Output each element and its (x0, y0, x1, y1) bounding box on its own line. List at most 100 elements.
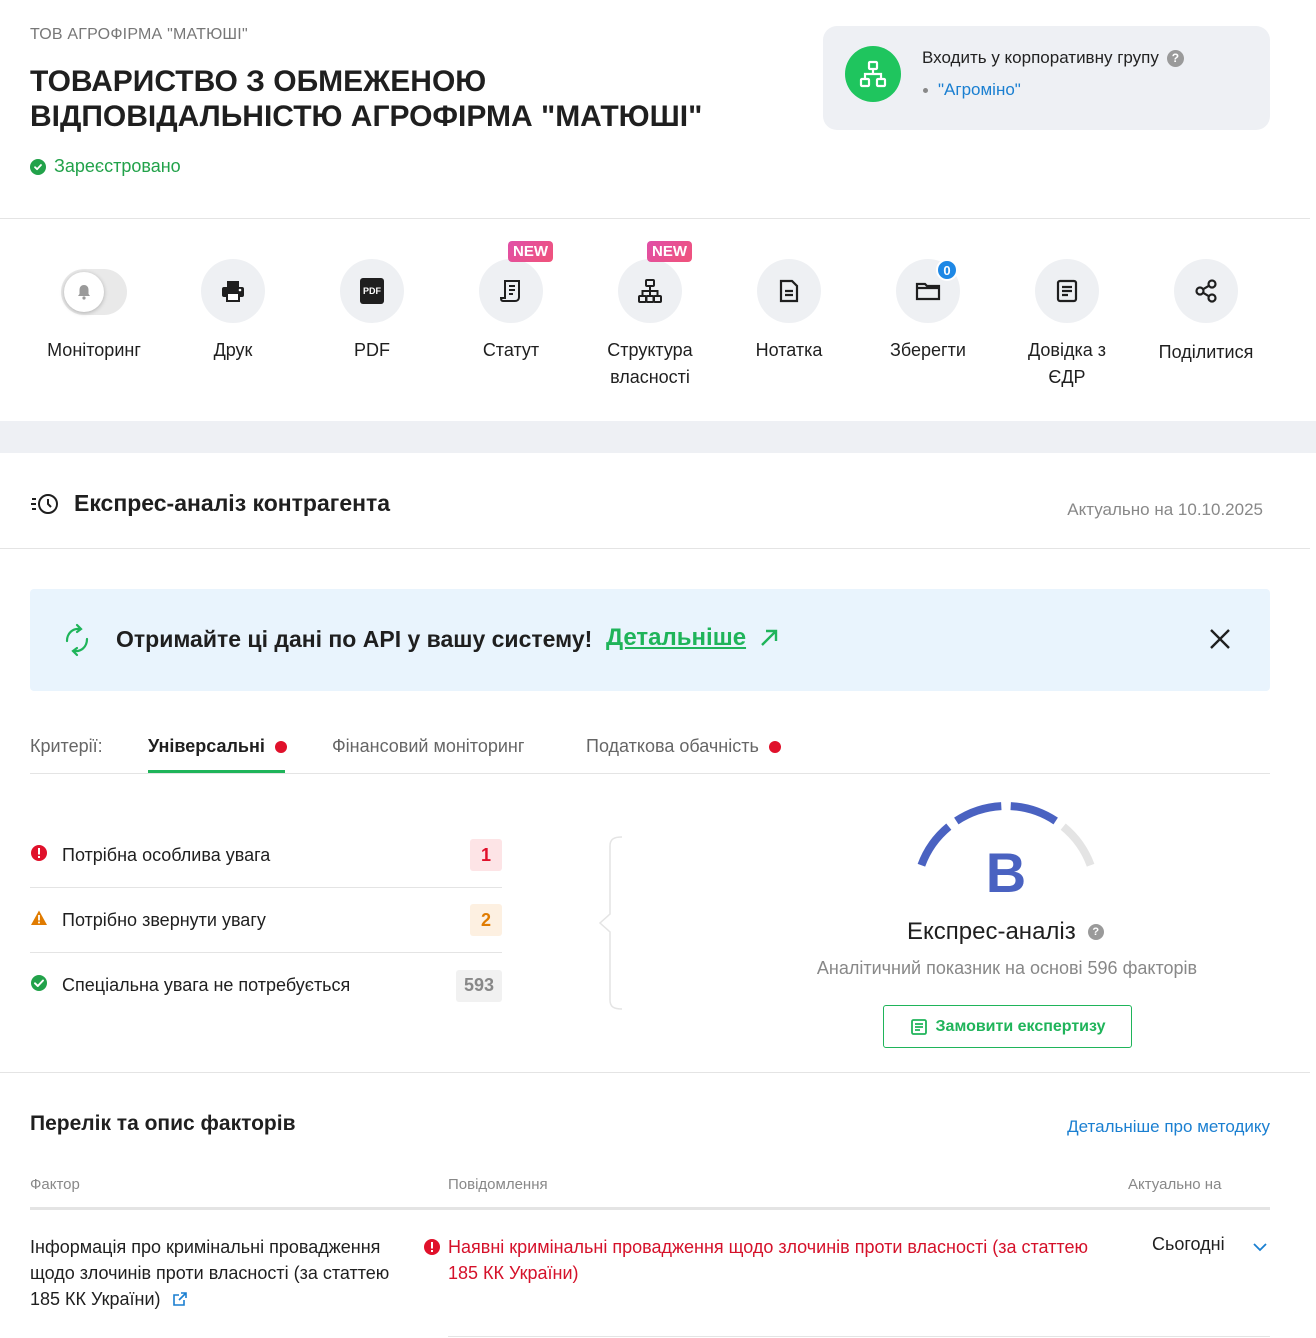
criteria-count: 2 (470, 904, 502, 936)
save-circle[interactable]: 0 (896, 259, 960, 323)
pdf-circle[interactable]: PDF (340, 259, 404, 323)
methodology-link[interactable]: Детальніше про методику (1067, 1117, 1270, 1137)
statute-button[interactable]: NEW Статут (441, 241, 581, 364)
pdf-icon: PDF (360, 278, 384, 304)
status-text: Зареєстровано (54, 156, 181, 176)
ownership-circle[interactable]: NEW (618, 241, 692, 323)
express-analysis-title: Експрес-аналіз контрагента (30, 490, 390, 517)
toolbar-label: Нотатка (755, 340, 823, 360)
toolbar-label: Статут (482, 340, 540, 360)
corporate-group-card: Входить у корпоративну групу ? "Агроміно… (823, 26, 1270, 130)
warning-triangle-icon (30, 909, 62, 932)
criteria-row-ok[interactable]: Спеціальна увага не потребується 593 (30, 953, 502, 1018)
table-row-date: Сьогодні (1152, 1234, 1225, 1254)
print-circle[interactable] (201, 259, 265, 323)
exclamation-circle-icon (424, 1239, 440, 1255)
document-scroll-icon (499, 280, 520, 302)
save-count-badge: 0 (936, 259, 958, 281)
printer-icon (222, 281, 244, 302)
note-button[interactable]: Нотатка (719, 259, 859, 364)
api-details-link[interactable]: Детальніше (606, 624, 780, 652)
api-details-link-text[interactable]: Детальніше (606, 624, 746, 652)
bell-icon (64, 272, 104, 312)
print-button[interactable]: Друк (163, 259, 303, 364)
arrow-up-right-icon (761, 629, 778, 646)
column-header-date: Актуально на (1128, 1176, 1222, 1193)
corporate-group-link[interactable]: "Агроміно" (938, 80, 1021, 100)
express-analysis-title-text: Експрес-аналіз контрагента (74, 490, 391, 516)
toolbar-label: Поділитися (1158, 342, 1254, 362)
hierarchy-icon (638, 279, 662, 303)
help-icon[interactable]: ? (1087, 924, 1104, 940)
order-expertise-label: Замовити експертизу (935, 1017, 1106, 1035)
external-link-icon[interactable] (172, 1291, 188, 1307)
edr-circle[interactable] (1035, 259, 1099, 323)
divider (0, 1072, 1310, 1073)
criteria-label: Спеціальна увага не потребується (62, 975, 351, 995)
score-title: Експрес-аналіз ? (907, 918, 1104, 946)
criteria-row-critical[interactable]: Потрібна особлива увага 1 (30, 823, 502, 888)
toolbar-label: PDF (354, 340, 390, 360)
section-separator (0, 421, 1316, 453)
gauge-segment (954, 802, 1002, 825)
corporate-group-link-item[interactable]: "Агроміно" (923, 80, 1021, 100)
share-icon (1195, 279, 1217, 303)
ownership-structure-button[interactable]: NEW Структура власності (580, 241, 720, 391)
note-circle[interactable] (757, 259, 821, 323)
criteria-row-warning[interactable]: Потрібно звернути увагу 2 (30, 888, 502, 953)
document-list-icon (910, 1018, 927, 1035)
status-badge: Зареєстровано (30, 156, 181, 177)
criteria-count: 1 (470, 839, 502, 871)
new-badge: NEW (508, 241, 553, 262)
table-row-divider (448, 1336, 1270, 1337)
pdf-button[interactable]: PDF PDF (302, 259, 442, 364)
gauge-segment (917, 823, 952, 867)
share-circle[interactable] (1174, 259, 1238, 323)
clock-history-icon (31, 493, 58, 514)
alert-dot (768, 740, 781, 753)
api-banner-text: Отримайте ці дані по API у вашу систему! (116, 626, 593, 652)
save-button[interactable]: 0 Зберегти (858, 259, 998, 364)
score-title-text: Експрес-аналіз (907, 918, 1076, 945)
chevron-down-icon[interactable] (1251, 1238, 1269, 1256)
folder-icon (915, 282, 941, 301)
help-icon[interactable]: ? (1166, 49, 1184, 67)
exclamation-circle-icon (30, 844, 62, 867)
tab-universal-label: Універсальні (148, 736, 265, 756)
statute-circle[interactable]: NEW (479, 241, 553, 323)
check-circle-icon (30, 974, 62, 997)
api-banner: Отримайте ці дані по API у вашу систему!… (30, 589, 1270, 691)
score-grade: B (986, 841, 1026, 904)
express-analysis-date: Актуально на 10.10.2025 (1067, 500, 1263, 519)
tab-universal[interactable]: Універсальні (148, 736, 287, 757)
corporate-group-title-text: Входить у корпоративну групу (922, 48, 1159, 67)
share-button[interactable]: Поділитися (1136, 259, 1276, 366)
alert-dot (274, 740, 287, 753)
gauge-segment (1010, 802, 1058, 825)
toolbar-label: Довідка з ЄДР (1027, 340, 1106, 387)
tab-tax-diligence[interactable]: Податкова обачність (586, 736, 781, 757)
factors-title: Перелік та опис факторів (30, 1112, 296, 1135)
tab-financial-monitoring[interactable]: Фінансовий моніторинг (332, 736, 524, 757)
company-full-name: ТОВАРИСТВО З ОБМЕЖЕНОЮ ВІДПОВІДАЛЬНІСТЮ … (30, 65, 703, 133)
check-circle-icon (30, 158, 46, 175)
score-subtitle: Аналітичний показник на основі 596 факто… (816, 958, 1198, 978)
toolbar-label: Моніторинг (47, 340, 141, 360)
corporate-group-title: Входить у корпоративну групу ? (922, 48, 1184, 68)
criteria-label: Потрібно звернути увагу (62, 909, 266, 930)
divider (0, 548, 1310, 549)
note-icon (779, 279, 799, 303)
company-short-name: ТОВ АГРОФІРМА "МАТЮШІ" (30, 26, 248, 43)
pdf-icon-text: PDF (363, 286, 381, 296)
close-icon[interactable] (1206, 625, 1234, 653)
toggle-switch[interactable] (61, 269, 127, 315)
edr-certificate-button[interactable]: Довідка з ЄДР (997, 259, 1137, 391)
hierarchy-icon (845, 46, 901, 102)
divider (0, 218, 1310, 219)
score-gauge: B (917, 802, 1095, 904)
monitoring-toggle[interactable]: Моніторинг (24, 259, 164, 364)
order-expertise-button[interactable]: Замовити експертизу (883, 1005, 1132, 1048)
toolbar-label: Зберегти (890, 340, 966, 360)
table-header-divider (30, 1207, 1270, 1210)
gauge-segment (1060, 823, 1095, 867)
